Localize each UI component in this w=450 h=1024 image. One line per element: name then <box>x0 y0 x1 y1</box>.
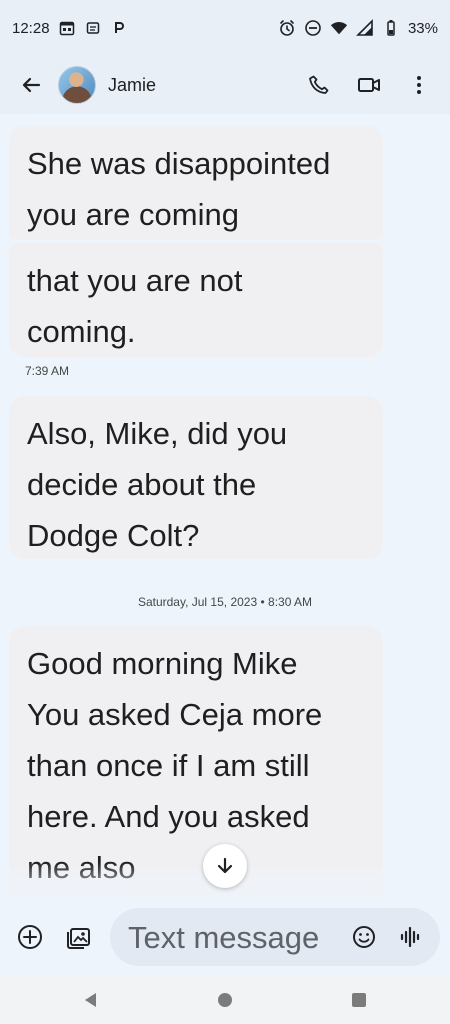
wifi-icon <box>330 19 348 37</box>
video-icon <box>358 78 380 92</box>
message-line: than once if I am still <box>27 748 310 783</box>
message-bubble[interactable]: that you are not coming. <box>9 243 383 357</box>
status-right: 33% <box>278 19 438 37</box>
nav-home-icon <box>218 993 232 1007</box>
message-line: Good morning Mike <box>27 646 298 681</box>
calendar-icon <box>58 19 76 37</box>
dnd-icon <box>304 19 322 37</box>
p-icon <box>110 19 128 37</box>
back-button[interactable] <box>10 64 52 106</box>
more-vert-icon <box>417 76 421 94</box>
status-left: 12:28 <box>12 19 128 37</box>
message-bubble[interactable]: She was disappointed you are coming <box>9 126 383 240</box>
message-line: You asked Ceja more <box>27 697 323 732</box>
gallery-button[interactable] <box>61 919 97 955</box>
message-line: Also, Mike, did you <box>27 416 288 451</box>
message-bubble[interactable]: Good morning Mike You asked Ceja more th… <box>9 626 383 900</box>
voice-waveform-icon <box>400 926 420 948</box>
conversation-header: Jamie <box>0 56 450 114</box>
system-navigation-bar <box>0 976 450 1024</box>
contact-name[interactable]: Jamie <box>108 75 298 96</box>
emoji-icon <box>353 926 375 948</box>
message-line: decide about the <box>27 467 257 502</box>
add-circle-icon <box>18 925 42 949</box>
add-attachment-button[interactable] <box>12 919 48 955</box>
emoji-button[interactable] <box>346 919 382 955</box>
more-options-button[interactable] <box>398 64 440 106</box>
battery-icon <box>382 19 400 37</box>
message-line: coming. <box>27 314 136 349</box>
message-line: you are coming <box>27 197 239 232</box>
arrow-left-icon <box>22 77 41 93</box>
message-line: Dodge Colt? <box>27 518 200 553</box>
system-recents-button[interactable] <box>347 988 371 1012</box>
status-bar: 12:28 33% <box>0 0 450 56</box>
message-field[interactable] <box>110 908 440 968</box>
message-composer <box>0 900 450 976</box>
message-bubble[interactable]: Also, Mike, did you decide about the Dod… <box>9 396 383 559</box>
system-home-button[interactable] <box>213 988 237 1012</box>
message-input[interactable] <box>126 908 350 968</box>
message-timestamp: 7:39 AM <box>25 364 70 378</box>
signal-icon <box>356 19 374 37</box>
arrow-down-icon <box>217 857 233 874</box>
nav-back-icon <box>85 993 96 1007</box>
message-line: here. And you asked <box>27 799 310 834</box>
call-button[interactable] <box>298 64 340 106</box>
date-separator: Saturday, Jul 15, 2023 • 8:30 AM <box>137 595 313 609</box>
battery-percent: 33% <box>407 19 438 37</box>
messaging-screen: 12:28 33% Jamie She was disappointed you… <box>0 0 450 1024</box>
nav-recents-icon <box>352 993 366 1007</box>
scroll-to-bottom-button[interactable] <box>203 844 247 888</box>
video-call-button[interactable] <box>348 64 390 106</box>
message-line: that you are not <box>27 263 243 298</box>
alarm-icon <box>278 19 296 37</box>
message-list[interactable]: She was disappointed you are coming that… <box>0 114 450 900</box>
contact-avatar[interactable] <box>58 66 96 104</box>
message-line: She was disappointed <box>27 146 331 181</box>
status-time: 12:28 <box>12 19 50 37</box>
phone-icon <box>309 75 329 94</box>
message-line: me also <box>27 850 136 885</box>
voice-message-button[interactable] <box>393 919 429 955</box>
system-back-button[interactable] <box>79 988 103 1012</box>
notification-icon <box>84 19 102 37</box>
gallery-icon <box>67 928 90 949</box>
